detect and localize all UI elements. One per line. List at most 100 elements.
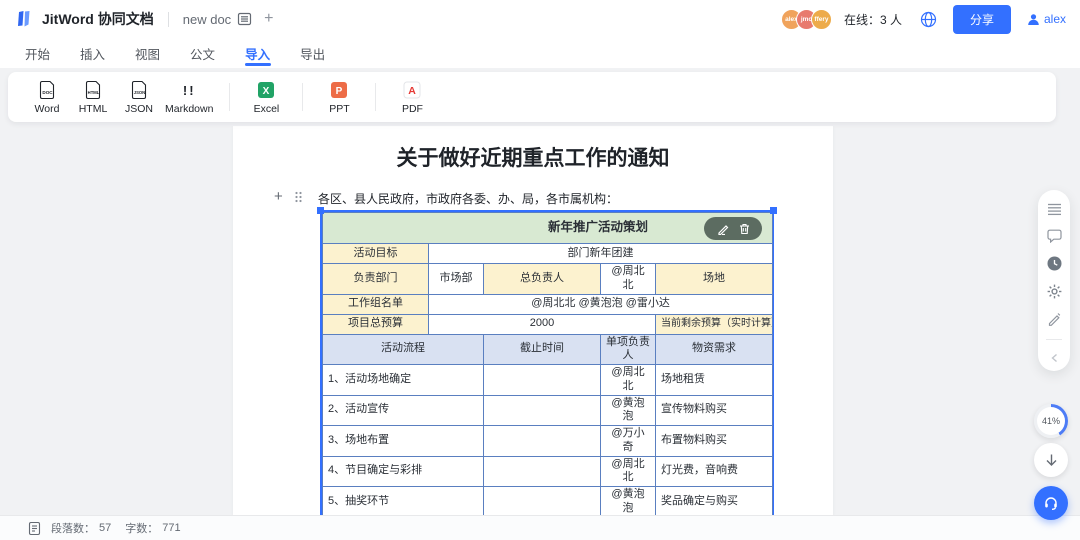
lead-label-cell[interactable]: 总负责人 (484, 264, 601, 295)
goal-value-cell[interactable]: 部门新年团建 (429, 244, 773, 264)
globe-icon[interactable] (920, 11, 937, 28)
goal-label-cell[interactable]: 活动目标 (323, 244, 429, 264)
activity-table[interactable]: 新年推广活动策划 活动目标 部门新年团建 负责部门 市场部 总负责人 @周北北 … (320, 210, 774, 515)
history-icon[interactable] (1047, 256, 1062, 271)
task-owner-cell[interactable]: @周北北 (601, 365, 656, 396)
column-header[interactable]: 活动流程 (323, 334, 484, 365)
add-tab-button[interactable]: + (264, 12, 273, 26)
lead-value-cell[interactable]: @周北北 (601, 264, 656, 295)
doc-tab-label: new doc (183, 12, 231, 27)
tab-start[interactable]: 开始 (10, 38, 65, 68)
venue-label-cell[interactable]: 场地 (656, 264, 773, 295)
outline-icon[interactable] (1047, 203, 1062, 216)
task-materials-cell[interactable]: 奖品确定与购买 (656, 487, 773, 516)
delete-table-icon[interactable] (739, 223, 750, 235)
comment-icon[interactable] (1047, 229, 1062, 243)
task-name-cell[interactable]: 1、活动场地确定 (323, 365, 484, 396)
scroll-down-button[interactable] (1034, 443, 1068, 477)
divider (168, 12, 169, 27)
task-owner-cell[interactable]: @黄泡泡 (601, 487, 656, 516)
document-page[interactable]: 关于做好近期重点工作的通知 + 各区、县人民政府，市政府各委、办、局，各市属机构… (233, 126, 833, 515)
budget-label-cell[interactable]: 项目总预算 (323, 314, 429, 334)
app-header: JitWord 协同文档 new doc + alex jmc ffery 在线… (0, 0, 1080, 38)
tab-official-doc[interactable]: 公文 (175, 38, 230, 68)
import-ppt-button[interactable]: P PPT (316, 80, 362, 115)
task-materials-cell[interactable]: 场地租赁 (656, 365, 773, 396)
task-deadline-cell[interactable] (484, 456, 601, 487)
task-deadline-cell[interactable] (484, 487, 601, 516)
settings-gear-icon[interactable] (1047, 284, 1062, 299)
column-header[interactable]: 单项负责人 (601, 334, 656, 365)
table-grid[interactable]: 新年推广活动策划 活动目标 部门新年团建 负责部门 市场部 总负责人 @周北北 … (322, 212, 773, 515)
task-deadline-cell[interactable] (484, 365, 601, 396)
collapse-chevron-icon[interactable] (1050, 353, 1059, 363)
import-markdown-button[interactable]: !! Markdown (162, 80, 216, 115)
add-block-icon[interactable]: + (274, 188, 283, 205)
tab-insert[interactable]: 插入 (65, 38, 120, 68)
help-button[interactable] (1034, 486, 1068, 520)
import-json-button[interactable]: JSON JSON (116, 80, 162, 115)
remaining-budget-cell[interactable]: 当前剩余预算（实时计算） (656, 314, 773, 334)
import-pdf-label: PDF (402, 103, 423, 115)
selection-handle-top-right[interactable] (770, 207, 777, 214)
import-word-button[interactable]: DOC Word (24, 80, 70, 115)
task-name-cell[interactable]: 2、活动宣传 (323, 395, 484, 426)
team-value-cell[interactable]: @周北北 @黄泡泡 @雷小达 (429, 294, 773, 314)
column-header[interactable]: 物资需求 (656, 334, 773, 365)
budget-value-cell[interactable]: 2000 (429, 314, 656, 334)
online-count-label: 在线：3 人 (844, 11, 902, 28)
import-excel-button[interactable]: X Excel (243, 80, 289, 115)
task-row: 1、活动场地确定 @周北北 场地租赁 (323, 365, 773, 396)
task-name-cell[interactable]: 5、抽奖环节 (323, 487, 484, 516)
selection-handle-top-left[interactable] (317, 207, 324, 214)
task-owner-cell[interactable]: @周北北 (601, 456, 656, 487)
task-owner-cell[interactable]: @黄泡泡 (601, 395, 656, 426)
task-materials-cell[interactable]: 灯光费，音响费 (656, 456, 773, 487)
drag-handle-icon[interactable] (294, 191, 303, 203)
svg-text:P: P (336, 86, 343, 97)
document-title[interactable]: 关于做好近期重点工作的通知 (233, 142, 833, 172)
tab-export[interactable]: 导出 (285, 38, 340, 68)
share-button[interactable]: 分享 (953, 5, 1011, 34)
headset-icon (1043, 495, 1059, 511)
zoom-indicator[interactable]: 41% (1034, 404, 1068, 438)
task-name-cell[interactable]: 3、场地布置 (323, 426, 484, 457)
task-materials-cell[interactable]: 布置物料购买 (656, 426, 773, 457)
import-ppt-label: PPT (329, 103, 349, 115)
team-label-cell[interactable]: 工作组名单 (323, 294, 429, 314)
import-pdf-button[interactable]: A PDF (389, 80, 435, 115)
word-count-label: 字数： (125, 520, 158, 536)
table-row: 项目总预算 2000 当前剩余预算（实时计算） (323, 314, 773, 334)
task-row: 4、节目确定与彩排 @周北北 灯光费，音响费 (323, 456, 773, 487)
doc-list-icon[interactable] (237, 12, 252, 26)
ribbon-divider (375, 83, 376, 111)
pen-tool-icon[interactable] (1047, 312, 1061, 326)
column-header[interactable]: 截止时间 (484, 334, 601, 365)
doc-tab[interactable]: new doc (183, 12, 252, 27)
task-materials-cell[interactable]: 宣传物料购买 (656, 395, 773, 426)
pdf-icon: A (403, 80, 421, 101)
import-html-button[interactable]: HTML HTML (70, 80, 116, 115)
user-icon (1027, 13, 1040, 26)
dept-value-cell[interactable]: 市场部 (429, 264, 484, 295)
import-markdown-label: Markdown (165, 103, 213, 115)
online-avatars: alex jmc ffery (781, 9, 832, 30)
paragraph-text[interactable]: 各区、县人民政府，市政府各委、办、局，各市属机构： (318, 190, 618, 207)
task-deadline-cell[interactable] (484, 395, 601, 426)
current-user[interactable]: alex (1027, 12, 1066, 26)
import-word-label: Word (35, 103, 60, 115)
task-row: 3、场地布置 @万小奇 布置物料购买 (323, 426, 773, 457)
tab-import[interactable]: 导入 (230, 38, 285, 68)
tab-view[interactable]: 视图 (120, 38, 175, 68)
task-owner-cell[interactable]: @万小奇 (601, 426, 656, 457)
json-file-icon: JSON (131, 80, 148, 101)
excel-icon: X (257, 80, 275, 101)
import-ribbon: DOC Word HTML HTML JSON JSON (8, 72, 1056, 122)
task-name-cell[interactable]: 4、节目确定与彩排 (323, 456, 484, 487)
zoom-percent: 41% (1042, 416, 1060, 426)
task-deadline-cell[interactable] (484, 426, 601, 457)
dept-label-cell[interactable]: 负责部门 (323, 264, 429, 295)
side-toolbar (1038, 190, 1070, 371)
edit-table-icon[interactable] (717, 223, 729, 235)
avatar[interactable]: ffery (811, 9, 832, 30)
